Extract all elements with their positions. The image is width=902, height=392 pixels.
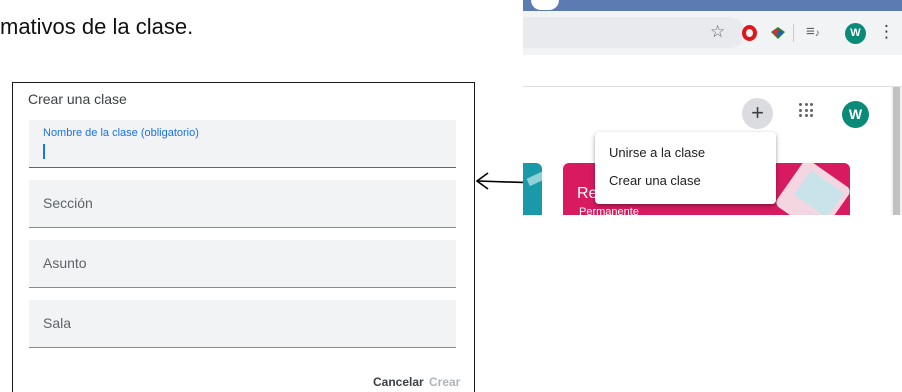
section-field[interactable]: Sección [29,180,456,228]
apps-grid-icon[interactable] [799,103,813,117]
room-placeholder: Sala [43,315,72,331]
profile-avatar[interactable]: W [845,23,866,44]
account-avatar[interactable]: W [842,101,869,128]
document-text: mativos de la clase. [0,14,194,39]
class-card-subtitle: Permanente [579,206,639,215]
star-icon[interactable]: ☆ [710,22,725,42]
room-field[interactable]: Sala [29,300,456,348]
class-name-field[interactable]: Nombre de la clase (obligatorio) [29,120,456,168]
card-decoration [526,167,542,187]
subject-field[interactable]: Asunto [29,240,456,288]
browser-tab[interactable] [531,0,559,10]
class-name-label: Nombre de la clase (obligatorio) [43,127,199,139]
join-class-menu-item[interactable]: Unirse a la clase [609,145,705,160]
create-class-menu-item[interactable]: Crear una clase [609,173,701,188]
cancel-button[interactable]: Cancelar [373,375,424,389]
kebab-menu-icon[interactable]: ⋮ [878,22,895,42]
dialog-title: Crear una clase [28,91,127,107]
class-card-partial[interactable] [523,163,542,215]
scrollbar-thumb[interactable] [893,87,900,215]
subject-placeholder: Asunto [43,255,87,271]
text-cursor [43,144,45,159]
create-button[interactable]: Crear [429,375,460,389]
create-class-dialog: Crear una clase Nombre de la clase (obli… [12,82,475,392]
classroom-content: + W Re Permanente Unirse a la clase Crea… [523,86,902,215]
queue-icon[interactable]: ≡♪ [806,23,820,40]
extension-icon[interactable] [770,26,786,40]
add-class-button[interactable]: + [742,98,773,129]
toolbar-separator [793,24,794,42]
browser-toolbar: ☆ ≡♪ W ⋮ [523,11,902,55]
section-placeholder: Sección [43,195,93,211]
add-class-menu: Unirse a la clase Crear una clase [595,132,776,204]
browser-titlebar [523,0,902,11]
scrollbar[interactable] [891,87,902,215]
opera-icon[interactable] [742,25,757,41]
browser-window: ☆ ≡♪ W ⋮ + W Re Permanente Unirse a la c… [523,0,902,215]
